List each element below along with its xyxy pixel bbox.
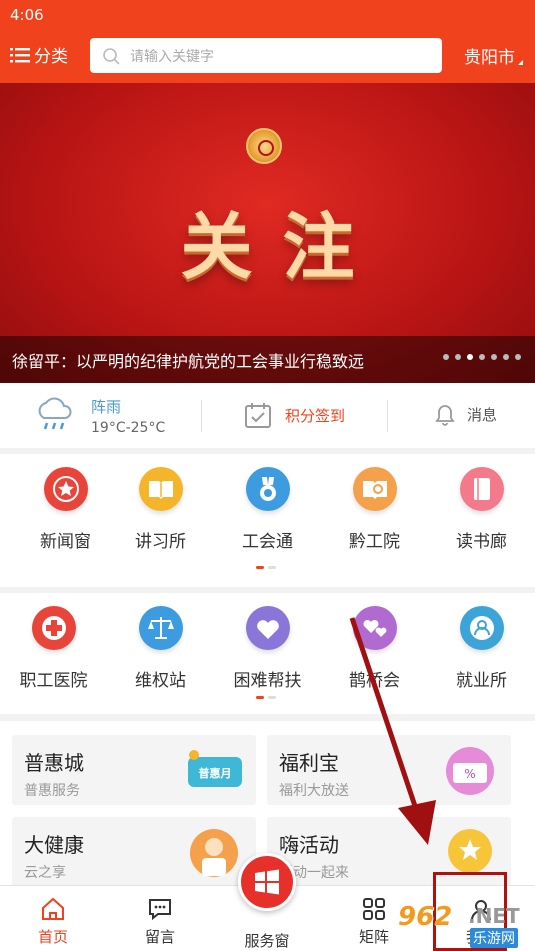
book-search-icon [352, 467, 397, 511]
service-grid-2: 职工医院 维权站 困难帮扶 鹊桥会 就业所 [0, 593, 535, 714]
rain-cloud-icon [38, 397, 72, 430]
book-icon [459, 467, 504, 511]
news-banner[interactable]: 关注 徐留平：以严明的纪律护航党的工会事业行稳致远 [0, 83, 535, 383]
watermark-sub: 乐游网 [470, 928, 518, 948]
union-emblem-icon [246, 128, 282, 164]
grid-item-news[interactable]: 新闻窗 [12, 467, 119, 552]
grid-pager [256, 696, 276, 699]
tab-label: 首页 [37, 928, 68, 946]
category-label: 分类 [34, 47, 68, 67]
grid-label: 读书廊 [456, 532, 507, 552]
star-icon [43, 467, 88, 511]
heart-hand-icon [245, 606, 290, 650]
top-bar: 4:06 分类 请输入关键字 贵阳市 [0, 0, 535, 83]
grid-item-matchmaking[interactable]: 鹊桥会 [321, 606, 428, 691]
svg-text:%: % [464, 767, 475, 781]
menu-icon [10, 47, 30, 63]
hearts-icon [352, 606, 397, 650]
grid-icon [363, 898, 385, 920]
tab-home[interactable]: 首页 [13, 896, 93, 947]
grid-item-aid[interactable]: 困难帮扶 [214, 606, 321, 691]
gift-coupon-icon: % [439, 743, 501, 798]
search-input[interactable]: 请输入关键字 [90, 38, 442, 73]
grid-item-institute[interactable]: 黔工院 [321, 467, 428, 552]
scale-icon [138, 606, 183, 650]
card-puhui[interactable]: 普惠城 普惠服务 普惠月 [12, 735, 256, 805]
dropdown-icon [518, 55, 523, 65]
medal-icon [245, 467, 290, 511]
person-icon [459, 606, 504, 650]
chat-icon [149, 899, 171, 921]
grid-item-rights[interactable]: 维权站 [107, 606, 214, 691]
tab-service[interactable]: 服务窗 [227, 926, 307, 951]
message-button[interactable]: 消息 [433, 401, 497, 427]
grid-pager [256, 566, 276, 569]
medical-cross-icon [31, 606, 76, 650]
grid-label: 困难帮扶 [233, 671, 302, 691]
grid-item-lecture[interactable]: 讲习所 [107, 467, 214, 552]
tab-label: 留言 [144, 928, 175, 946]
weather-text: 阵雨 19°C-25°C [91, 396, 165, 436]
search-icon [103, 47, 120, 65]
home-icon [42, 897, 64, 920]
weather-temp: 19°C-25°C [91, 420, 166, 436]
grid-label: 维权站 [135, 671, 186, 691]
city-label: 贵阳市 [464, 48, 515, 68]
city-selector[interactable]: 贵阳市 [464, 43, 523, 68]
tab-message[interactable]: 留言 [120, 896, 200, 947]
grid-item-employment[interactable]: 就业所 [428, 606, 535, 691]
service-grid-1: 新闻窗 讲习所 工会通 黔工院 读书廊 [0, 454, 535, 587]
category-button[interactable]: 分类 [10, 42, 68, 67]
grid-item-reading[interactable]: 读书廊 [428, 467, 535, 552]
banner-title: 关注 [180, 205, 385, 289]
puhui-art-icon: 普惠月 [184, 743, 246, 798]
tab-label: 服务窗 [244, 932, 290, 950]
doctor-icon [184, 825, 246, 880]
watermark-number: 962 [398, 902, 453, 932]
watermark-domain: .NET [468, 904, 520, 928]
grid-label: 鹊桥会 [349, 671, 400, 691]
grid-label: 职工医院 [19, 671, 88, 691]
status-time: 4:06 [10, 6, 44, 24]
service-window-button[interactable] [238, 853, 296, 911]
weather-condition: 阵雨 [91, 398, 122, 416]
card-fuli[interactable]: 福利宝 福利大放送 % [267, 735, 511, 805]
grid-item-union[interactable]: 工会通 [214, 467, 321, 552]
watermark: 962 .NET 乐游网 [398, 900, 535, 951]
info-bar: 阵雨 19°C-25°C 积分签到 消息 [0, 383, 535, 448]
calendar-check-icon [245, 403, 271, 428]
book-open-icon [138, 467, 183, 511]
bell-icon [435, 405, 455, 426]
search-placeholder: 请输入关键字 [130, 48, 214, 65]
signin-button[interactable]: 积分签到 [244, 401, 345, 429]
banner-pager [443, 354, 521, 360]
windows-icon [255, 869, 279, 895]
card-health[interactable]: 大健康 云之享 [12, 817, 256, 887]
grid-label: 就业所 [456, 671, 507, 691]
grid-label: 讲习所 [135, 532, 186, 552]
svg-text:普惠月: 普惠月 [199, 766, 232, 780]
grid-label: 新闻窗 [40, 532, 91, 552]
message-label: 消息 [467, 405, 498, 424]
grid-item-hospital[interactable]: 职工医院 [0, 606, 107, 691]
grid-label: 工会通 [242, 532, 293, 552]
grid-label: 黔工院 [349, 532, 400, 552]
signin-label: 积分签到 [285, 406, 346, 425]
weather-widget[interactable] [35, 396, 75, 438]
